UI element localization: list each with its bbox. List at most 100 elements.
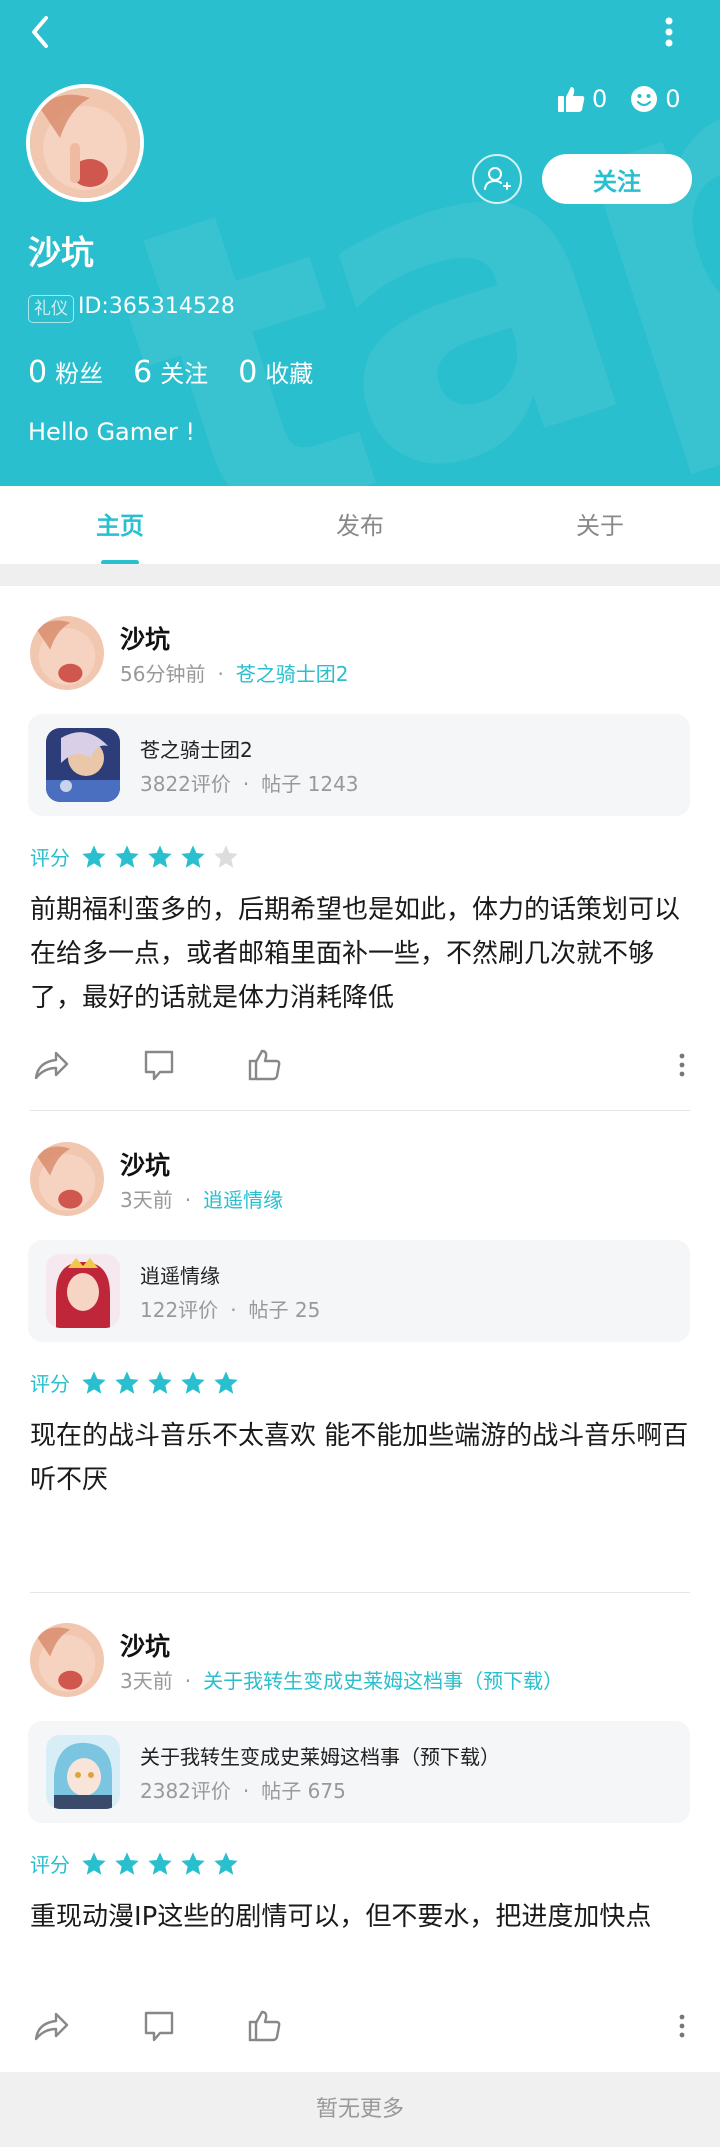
user-id: ID:365314528 [78,294,235,319]
game-icon [46,1735,120,1809]
tab-posts[interactable]: 发布 [240,486,480,564]
profile-tabs: 主页 发布 关于 [0,486,720,565]
post-actions [0,2007,720,2057]
header-watermark: tapTa [72,0,720,486]
post-author-avatar[interactable] [30,1623,104,1697]
comment-button[interactable] [140,2007,178,2049]
post-author-avatar[interactable] [30,1142,104,1216]
post-text[interactable]: 前期福利蛮多的，后期希望也是如此，体力的话策划可以在给多一点，或者邮箱里面补一些… [30,888,700,1020]
post-meta: 56分钟前 · 苍之骑士团2 [120,658,349,687]
meta-dot: · [184,1188,192,1212]
stat-fans[interactable]: 0 粉丝 [28,354,103,390]
star-icon-filled [82,1851,106,1875]
vertical-dots-icon [665,17,673,47]
stat-following-count: 6 [133,355,153,390]
review-post: 沙坑 3天前 · 关于我转生变成史莱姆这档事（预下载） 关于我转生变成史莱姆这档事（… [0,1623,720,2063]
post-time: 3天前 [120,1188,173,1212]
game-post-count: 帖子 675 [261,1779,346,1803]
follow-button[interactable]: 关注 [542,154,692,204]
tab-home[interactable]: 主页 [0,486,240,564]
meta-dot: · [242,1779,250,1803]
vertical-dots-icon [679,2014,685,2038]
stat-favorites[interactable]: 0 收藏 [238,354,313,390]
avatar-image [30,88,140,198]
post-text[interactable]: 重现动漫IP这些的剧情可以，但不要水，把进度加快点 [30,1895,700,1939]
post-divider [30,1110,690,1111]
post-rating: 评分 [30,1849,245,1878]
stat-favorites-label: 收藏 [265,360,314,388]
like-button[interactable] [246,2007,284,2049]
game-card-title: 逍遥情缘 [140,1264,220,1288]
post-rating: 评分 [30,842,245,871]
thumbs-up-icon [558,87,585,112]
emoji-count-group[interactable]: 0 [629,84,681,114]
likes-count: 0 [592,85,608,113]
star-icon-filled [82,1370,106,1394]
no-more-footer: 暂无更多 [0,2072,720,2147]
vertical-dots-icon [679,1053,685,1077]
add-friend-button[interactable] [472,154,522,204]
rating-label: 评分 [30,1372,70,1396]
post-author-avatar[interactable] [30,616,104,690]
post-actions [0,1046,720,1096]
game-card-title: 苍之骑士团2 [140,738,253,762]
post-meta: 3天前 · 关于我转生变成史莱姆这档事（预下载） [120,1665,563,1694]
post-divider [30,1592,690,1593]
star-icon-filled [115,1370,139,1394]
game-card-stats: 122评价 · 帖子 25 [140,1294,320,1323]
post-more-button[interactable] [672,1046,692,1088]
post-author-name[interactable]: 沙坑 [120,1627,170,1663]
post-time: 56分钟前 [120,662,206,686]
game-card[interactable]: 逍遥情缘 122评价 · 帖子 25 [28,1240,690,1342]
profile-bio: Hello Gamer ! [28,418,196,446]
profile-avatar[interactable] [26,84,144,202]
share-button[interactable] [32,2007,70,2049]
star-icon-filled [115,1851,139,1875]
game-card-stats: 3822评价 · 帖子 1243 [140,768,359,797]
likes-count-group[interactable]: 0 [556,84,607,114]
share-button[interactable] [32,1046,70,1088]
profile-header: tapTa 沙坑 礼仪 ID:365314528 0 粉丝 6 关注 0 收藏 … [0,0,720,486]
comment-button[interactable] [140,1046,178,1088]
avatar-image [30,1623,104,1697]
game-card-stats: 2382评价 · 帖子 675 [140,1775,346,1804]
post-text[interactable]: 现在的战斗音乐不太喜欢 能不能加些端游的战斗音乐啊百听不厌 [30,1414,700,1502]
game-post-count: 帖子 25 [248,1298,321,1322]
game-review-count: 3822评价 [140,772,231,796]
avatar-image [30,616,104,690]
tab-about[interactable]: 关于 [480,486,720,564]
meta-dot: · [230,1298,237,1322]
back-arrow-icon [32,16,48,48]
post-author-name[interactable]: 沙坑 [120,620,170,656]
like-button[interactable] [246,1046,284,1088]
star-icon-filled [82,844,106,868]
post-more-button[interactable] [672,2007,692,2049]
game-card[interactable]: 苍之骑士团2 3822评价 · 帖子 1243 [28,714,690,816]
profile-stats: 0 粉丝 6 关注 0 收藏 [28,354,343,390]
game-card[interactable]: 关于我转生变成史莱姆这档事（预下载） 2382评价 · 帖子 675 [28,1721,690,1823]
share-icon [34,2012,69,2041]
thumbs-up-outline-icon [248,2010,281,2042]
game-icon-image [46,1735,120,1809]
emoji-count: 0 [665,85,681,113]
post-time: 3天前 [120,1669,173,1693]
game-review-count: 2382评价 [140,1779,231,1803]
review-post: 沙坑 3天前 · 逍遥情缘 逍遥情缘 122评价 · 帖子 25 评分 现在的战斗音乐不… [0,1142,720,1542]
etiquette-badge[interactable]: 礼仪 [28,295,74,323]
post-author-name[interactable]: 沙坑 [120,1146,170,1182]
post-game-link[interactable]: 逍遥情缘 [203,1188,283,1212]
post-game-link[interactable]: 苍之骑士团2 [236,662,349,686]
avatar-image [30,1142,104,1216]
stat-following[interactable]: 6 关注 [133,354,208,390]
more-options-button[interactable] [654,12,684,52]
stat-fans-count: 0 [28,355,48,390]
profile-reactions: 0 0 [556,84,703,114]
post-game-link[interactable]: 关于我转生变成史莱姆这档事（预下载） [203,1669,563,1693]
profile-username: 沙坑 [28,233,94,272]
star-icon-empty [214,844,238,868]
review-post: 沙坑 56分钟前 · 苍之骑士团2 苍之骑士团2 3822评价 · 帖子 1243 评分… [0,616,720,1081]
star-icon-filled [181,1370,205,1394]
back-button[interactable] [24,10,64,54]
game-icon-image [46,728,120,802]
game-icon [46,1254,120,1328]
